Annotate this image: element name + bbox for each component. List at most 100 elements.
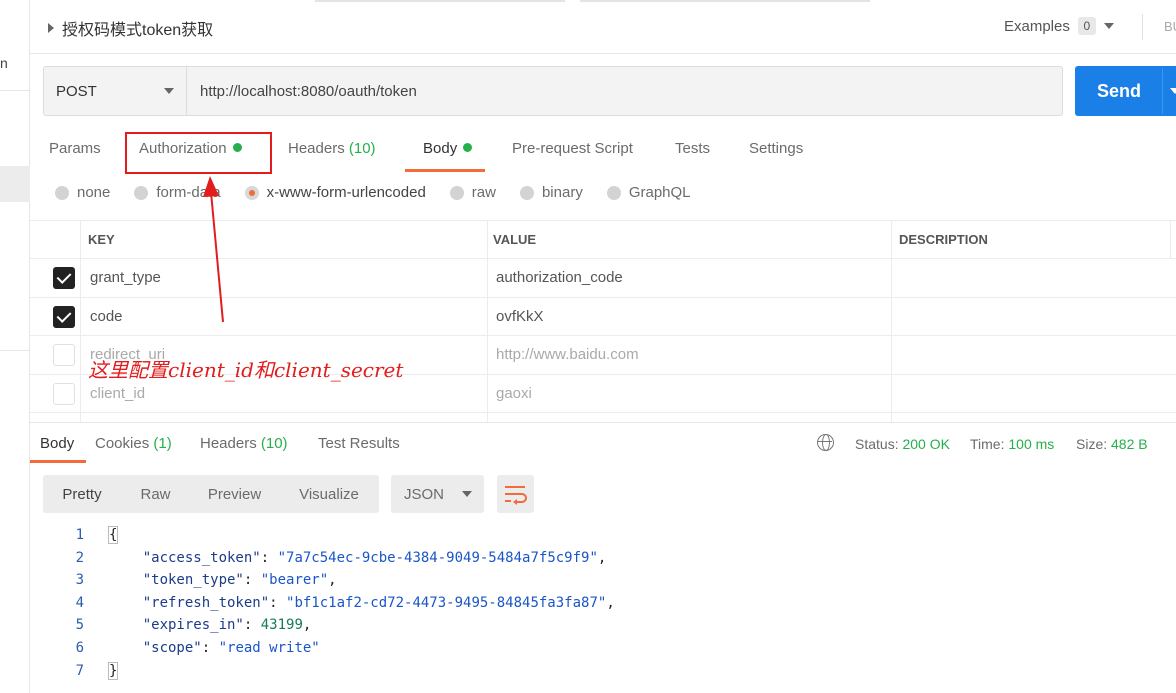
tab-cookies[interactable]: Cookies (1) bbox=[95, 435, 172, 452]
row-checkbox[interactable] bbox=[53, 382, 75, 405]
json-punct: , bbox=[597, 549, 607, 566]
caret-right-icon[interactable] bbox=[48, 23, 54, 33]
key-input[interactable]: code bbox=[90, 298, 123, 336]
tab-body[interactable]: Body bbox=[423, 140, 473, 157]
size-readout: Size: 482 B bbox=[1076, 436, 1148, 452]
radio-circle[interactable] bbox=[449, 185, 464, 200]
radio-graphql[interactable]: GraphQL bbox=[606, 184, 691, 201]
body-type-radios: none form-data x-www-form-urlencoded raw… bbox=[55, 184, 715, 201]
code-line: 4 "refresh_token": "bf1c1af2-cd72-4473-9… bbox=[30, 592, 1176, 615]
chevron-down-icon[interactable] bbox=[164, 88, 174, 94]
close-brace: } bbox=[107, 661, 119, 680]
column-divider bbox=[487, 220, 488, 422]
row-checkbox[interactable] bbox=[53, 305, 75, 328]
code-text: "token_type": "bearer", bbox=[142, 572, 337, 589]
view-pretty-button[interactable]: Pretty bbox=[43, 475, 121, 513]
send-button[interactable]: Send bbox=[1075, 66, 1176, 116]
radio-raw[interactable]: raw bbox=[449, 184, 496, 201]
code-line: 1 { bbox=[30, 524, 1176, 547]
column-divider bbox=[80, 220, 81, 422]
tab-tests[interactable]: Tests bbox=[675, 140, 710, 157]
tab-settings[interactable]: Settings bbox=[749, 140, 803, 157]
wrap-lines-button[interactable] bbox=[497, 475, 534, 513]
radio-binary[interactable]: binary bbox=[519, 184, 583, 201]
time-label: Time: bbox=[970, 436, 1005, 452]
tab-response-headers[interactable]: Headers (10) bbox=[200, 435, 288, 452]
json-number: 43199 bbox=[260, 617, 303, 634]
radio-form-data[interactable]: form-data bbox=[134, 184, 221, 201]
tab-test-results[interactable]: Test Results bbox=[318, 435, 400, 452]
json-string: "bearer" bbox=[260, 572, 329, 589]
radio-label: raw bbox=[471, 184, 496, 201]
radio-label: x-www-form-urlencoded bbox=[266, 184, 426, 201]
chevron-down-icon[interactable] bbox=[1103, 23, 1114, 29]
json-key: "access_token" bbox=[142, 549, 261, 566]
row-checkbox[interactable] bbox=[53, 267, 75, 289]
radio-circle[interactable] bbox=[134, 185, 149, 200]
radio-none[interactable]: none bbox=[55, 184, 110, 201]
value-input[interactable]: ovfKkX bbox=[496, 298, 544, 336]
request-title[interactable]: 授权码模式token获取 bbox=[48, 16, 213, 40]
json-key: "scope" bbox=[142, 639, 202, 656]
radio-circle-selected[interactable] bbox=[244, 185, 259, 200]
response-tabs: Body Cookies (1) Headers (10) Test Resul… bbox=[30, 422, 1176, 463]
view-visualize-button[interactable]: Visualize bbox=[279, 475, 379, 513]
tab-label: Settings bbox=[749, 140, 804, 157]
build-tab-fragment[interactable]: BU bbox=[1164, 19, 1176, 34]
method-select[interactable]: POST bbox=[44, 67, 187, 115]
send-dropdown-icon[interactable] bbox=[1170, 88, 1176, 94]
globe-icon[interactable] bbox=[817, 434, 834, 451]
table-header-row: KEY VALUE DESCRIPTION bbox=[30, 220, 1176, 259]
view-preview-button[interactable]: Preview bbox=[190, 475, 279, 513]
format-select[interactable]: JSON bbox=[391, 475, 484, 513]
request-header: 授权码模式token获取 Examples 0 BU bbox=[30, 0, 1176, 54]
radio-circle[interactable] bbox=[55, 185, 69, 200]
url-bar: POST http://localhost:8080/oauth/token bbox=[43, 66, 1063, 116]
method-value: POST bbox=[56, 82, 97, 100]
url-input[interactable]: http://localhost:8080/oauth/token bbox=[187, 67, 1062, 115]
active-dot-icon bbox=[463, 143, 473, 152]
column-header-description: DESCRIPTION bbox=[899, 232, 988, 247]
tab-label: Body bbox=[423, 140, 458, 157]
tab-pre-request-script[interactable]: Pre-request Script bbox=[512, 140, 633, 157]
value-input[interactable]: authorization_code bbox=[496, 259, 623, 297]
tab-headers[interactable]: Headers (10) bbox=[288, 140, 376, 157]
column-divider bbox=[891, 220, 892, 422]
radio-circle[interactable] bbox=[606, 185, 621, 200]
examples-dropdown[interactable]: Examples 0 bbox=[1004, 17, 1114, 35]
chevron-down-icon[interactable] bbox=[462, 491, 473, 497]
json-punct: , bbox=[606, 594, 615, 611]
tab-label: Headers bbox=[200, 435, 257, 452]
code-line: 5 "expires_in": 43199, bbox=[30, 614, 1176, 637]
table-row: code ovfKkX bbox=[30, 298, 1176, 336]
line-number: 6 bbox=[75, 639, 84, 656]
code-text: { bbox=[107, 526, 119, 544]
column-header-key: KEY bbox=[88, 232, 115, 247]
sidebar-selected-item[interactable] bbox=[0, 166, 30, 202]
value-input[interactable]: gaoxi bbox=[496, 375, 532, 413]
view-raw-button[interactable]: Raw bbox=[121, 475, 190, 513]
view-mode-bar: Pretty Raw Preview Visualize bbox=[43, 475, 379, 513]
format-value: JSON bbox=[404, 485, 445, 503]
radio-label: GraphQL bbox=[628, 184, 691, 201]
row-checkbox[interactable] bbox=[53, 344, 75, 366]
tab-response-body[interactable]: Body bbox=[40, 435, 74, 452]
tab-count: (10) bbox=[260, 435, 288, 452]
tab-params[interactable]: Params bbox=[49, 140, 101, 157]
line-number: 3 bbox=[75, 572, 84, 589]
tab-count: (1) bbox=[153, 435, 172, 452]
line-number: 1 bbox=[75, 527, 84, 543]
examples-count-badge: 0 bbox=[1077, 17, 1096, 35]
key-input[interactable]: grant_type bbox=[90, 259, 161, 297]
value-input[interactable]: http://www.baidu.com bbox=[496, 336, 639, 374]
radio-circle[interactable] bbox=[519, 185, 534, 200]
active-tab-indicator bbox=[405, 169, 485, 172]
left-fragment: n bbox=[0, 55, 8, 71]
size-label: Size: bbox=[1076, 436, 1108, 452]
tab-label: Params bbox=[49, 140, 101, 157]
radio-label: form-data bbox=[156, 184, 221, 201]
code-text: "scope": "read write" bbox=[142, 639, 320, 656]
request-name: 授权码模式token获取 bbox=[62, 22, 214, 39]
response-code-viewer[interactable]: 1 { 2 "access_token": "7a7c54ec-9cbe-438… bbox=[30, 524, 1176, 682]
radio-urlencoded[interactable]: x-www-form-urlencoded bbox=[244, 184, 426, 201]
